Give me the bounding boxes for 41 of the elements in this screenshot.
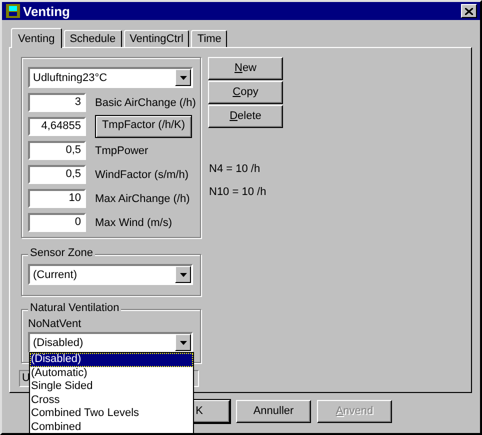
close-button[interactable] [461,4,477,18]
dropdown-option[interactable]: Combined [30,420,193,433]
tab[interactable]: Venting [11,28,62,48]
caret-icon [180,272,186,276]
dialog-button[interactable]: Annuller [236,400,311,423]
dropdown-option[interactable]: Single Sided [30,380,193,394]
input-field[interactable]: 0 [28,213,86,232]
dropdown-field[interactable]: Udluftning23°C [28,67,193,88]
group-label: Sensor Zone [28,247,95,259]
factor-button[interactable]: TmpFactor (/h/K) [95,115,192,138]
input-field[interactable]: 3 [28,93,86,112]
input-field[interactable]: 0,5 [28,165,86,184]
tab[interactable]: Schedule [64,30,122,47]
dropdown-arrow-button[interactable] [175,69,191,86]
dropdown-arrow-button[interactable] [175,266,191,283]
field-label: Max AirChange (/h) [95,192,190,204]
field-label: TmpPower [95,144,148,156]
dropdown-field[interactable]: (Current) [28,264,193,285]
field-label: NoNatVent [28,318,82,330]
group-label: Natural Ventilation [28,302,122,314]
dropdown-option[interactable]: (Automatic) [30,366,193,380]
input-field[interactable]: 10 [28,189,86,208]
dropdown-option[interactable]: (Disabled) [30,353,193,366]
dropdown-field[interactable]: (Disabled) [28,332,193,353]
tab[interactable]: Time [191,30,228,47]
field-label: Max Wind (m/s) [95,216,172,228]
action-button[interactable]: Copy [208,81,283,104]
close-icon [465,8,473,14]
tab[interactable]: VentingCtrl [124,30,190,47]
reading-text: N10 = 10 /h [209,186,268,198]
dropdown-arrow-button[interactable] [175,334,191,351]
window-title: Venting [23,4,71,18]
input-field[interactable]: 4,64855 [28,117,86,136]
field-label: Basic AirChange (/h) [95,96,196,108]
action-button[interactable]: New [208,57,283,80]
caret-icon [180,76,186,80]
action-button[interactable]: Delete [208,105,283,128]
field-label: WindFactor (s/m/h) [95,168,189,180]
reading-text: N4 = 10 /h [209,163,262,175]
caret-icon [180,340,186,344]
input-field[interactable]: 0,5 [28,141,86,160]
